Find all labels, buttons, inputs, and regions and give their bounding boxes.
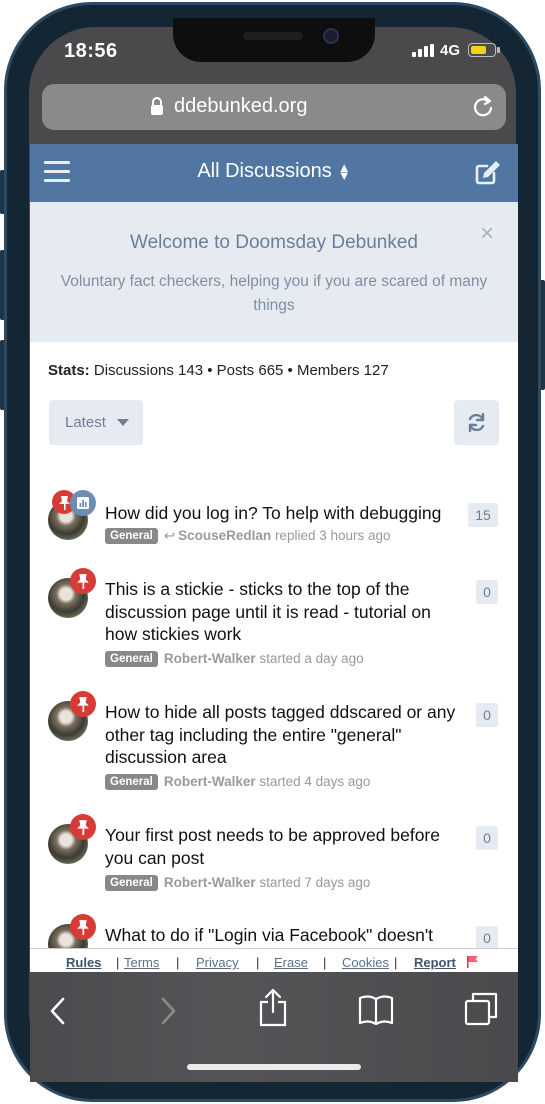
discussion-title[interactable]: This is a stickie - sticks to the top of… [105,578,460,646]
share-icon[interactable] [258,988,288,1028]
browser-toolbar [30,972,518,1082]
terms-link[interactable]: Terms [124,955,159,970]
activity-text: started 4 days ago [259,774,371,789]
address-bar[interactable]: ddebunked.org [42,84,506,130]
stats-label: Stats: [48,362,90,379]
tag-badge[interactable]: General [105,528,158,544]
separator: | [323,955,327,970]
back-icon[interactable] [48,996,68,1026]
pin-icon [70,691,96,717]
stats-text: Discussions 143 • Posts 665 • Members 12… [93,362,389,379]
refresh-icon [468,412,485,433]
phone-screen: 18:56 4G ddebunked.org All Discussions ▲… [30,18,518,1082]
home-indicator[interactable] [187,1064,361,1070]
close-icon[interactable]: × [480,220,494,248]
report-link[interactable]: Report [414,955,456,970]
battery-icon [468,43,500,57]
lock-icon [151,97,163,115]
author-name[interactable]: Robert-Walker [164,875,256,890]
privacy-link[interactable]: Privacy [196,955,239,970]
reply-count: 0 [476,703,498,727]
discussion-meta: General Robert-Walker started a day ago [105,651,364,667]
sort-arrows-icon: ▲ ▼ [337,159,351,183]
header-title: All Discussions [197,160,332,182]
discussion-title[interactable]: Your first post needs to be approved bef… [105,824,460,869]
reply-count: 0 [476,826,498,850]
url-text: ddebunked.org [174,95,308,117]
reply-count: 0 [476,926,498,948]
tabs-icon[interactable] [464,992,498,1026]
app-header: All Discussions ▲ ▼ [30,144,518,202]
separator: | [116,955,120,970]
welcome-hero: Welcome to Doomsday Debunked Voluntary f… [30,202,518,342]
activity-text: started 7 days ago [259,875,371,890]
sort-label: Latest [65,414,106,431]
discussion-title[interactable]: How to hide all posts tagged ddscared or… [105,701,460,769]
forward-icon [161,997,176,1025]
pin-icon [70,568,96,594]
status-time: 18:56 [64,40,118,62]
bookmarks-icon[interactable] [358,994,394,1026]
discussion-title[interactable]: What to do if "Login via Facebook" doesn… [105,924,460,948]
discussion-meta: General ↩ ScouseRedIan replied 3 hours ago [105,528,391,544]
front-camera [323,28,339,44]
tag-badge[interactable]: General [105,774,158,790]
separator: | [256,955,260,970]
compose-icon[interactable] [474,158,502,186]
discussion-title[interactable]: How did you log in? To help with debuggi… [105,502,460,525]
discussion-list-page: Stats: Discussions 143 • Posts 665 • Mem… [30,342,518,948]
poll-icon [70,490,96,516]
reload-icon[interactable] [472,94,496,120]
forum-stats: Stats: Discussions 143 • Posts 665 • Mem… [48,362,389,379]
author-name[interactable]: Robert-Walker [164,774,256,789]
network-type: 4G [440,42,461,59]
welcome-title: Welcome to Doomsday Debunked [130,232,418,253]
refresh-button[interactable] [454,400,499,445]
status-bar: 18:56 4G [30,18,518,82]
cookies-link[interactable]: Cookies [342,955,389,970]
notch [173,18,375,62]
sort-dropdown-button[interactable]: Latest [49,400,143,445]
pin-icon [70,814,96,840]
erase-link[interactable]: Erase [274,955,308,970]
author-name[interactable]: Robert-Walker [164,651,256,666]
reply-count: 15 [468,503,498,527]
tag-badge[interactable]: General [105,875,158,891]
rules-link[interactable]: Rules [66,955,101,970]
activity-text: started a day ago [259,651,364,666]
speaker [243,32,303,40]
author-name[interactable]: ScouseRedIan [178,528,271,543]
caret-down-icon [117,419,129,426]
welcome-subtitle: Voluntary fact checkers, helping you if … [60,273,488,314]
pin-icon [70,914,96,940]
discussion-filter-dropdown[interactable]: All Discussions ▲ ▼ [30,160,518,183]
separator: | [394,955,398,970]
reply-count: 0 [476,580,498,604]
reply-icon: ↩ [163,528,176,543]
discussion-meta: General Robert-Walker started 7 days ago [105,875,370,891]
separator: | [176,955,180,970]
flag-icon [467,956,478,968]
discussion-meta: General Robert-Walker started 4 days ago [105,774,370,790]
tag-badge[interactable]: General [105,651,158,667]
activity-text: replied 3 hours ago [274,528,391,543]
